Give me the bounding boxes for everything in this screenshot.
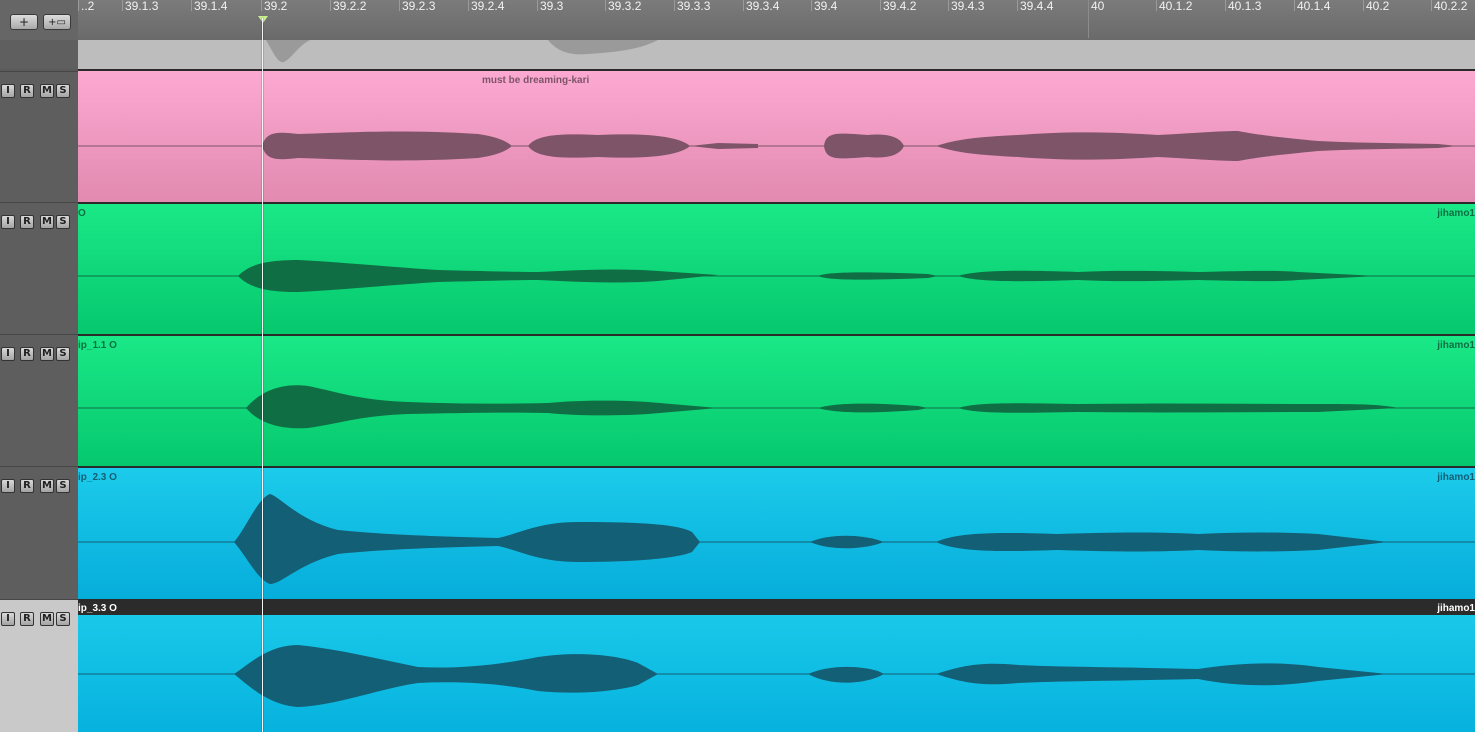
ruler-tick: ..2	[78, 0, 94, 13]
ruler-tick: 39.4.3	[948, 0, 984, 13]
waveform-2	[78, 260, 1475, 292]
add-folder-button[interactable]: +▭	[43, 14, 71, 30]
record-enable-button[interactable]: R	[20, 84, 34, 98]
input-monitor-button[interactable]: I	[1, 215, 15, 229]
solo-button[interactable]: S	[56, 612, 70, 626]
global-track-header	[0, 40, 78, 69]
solo-button[interactable]: S	[56, 347, 70, 361]
mute-button[interactable]: M	[40, 479, 54, 493]
input-monitor-button[interactable]: I	[1, 84, 15, 98]
corner-toolbar: + +▭	[0, 0, 78, 40]
add-track-button[interactable]: +	[10, 14, 38, 30]
track-header-4[interactable]: I R M S	[0, 466, 78, 599]
timeline-ruler[interactable]: ..2 39.1.3 39.1.4 39.2 39.2.2 39.2.3 39.…	[78, 0, 1475, 41]
waveform-4	[78, 494, 1475, 584]
input-monitor-button[interactable]: I	[1, 612, 15, 626]
record-enable-button[interactable]: R	[20, 612, 34, 626]
ruler-tick: 40.1.3	[1225, 0, 1261, 13]
track-header-1[interactable]: I R M S	[0, 71, 78, 202]
ruler-tick: 40.1.2	[1156, 0, 1192, 13]
mute-button[interactable]: M	[40, 612, 54, 626]
ruler-tick: 39.2.2	[330, 0, 366, 13]
playhead-handle[interactable]	[258, 16, 268, 23]
mute-button[interactable]: M	[40, 347, 54, 361]
audio-region-3[interactable]: ip_1.1 O jihamo1	[78, 334, 1475, 466]
ruler-tick: 39.2.4	[468, 0, 504, 13]
ruler-tick: 39.4.4	[1017, 0, 1053, 13]
record-enable-button[interactable]: R	[20, 479, 34, 493]
ruler-tick: 39.1.3	[122, 0, 158, 13]
track-header-2[interactable]: I R M S	[0, 202, 78, 334]
waveform-5	[78, 645, 1475, 707]
solo-button[interactable]: S	[56, 215, 70, 229]
ruler-tick: 39.1.4	[191, 0, 227, 13]
playhead-line[interactable]	[262, 18, 263, 732]
ruler-tick: 40.1.4	[1294, 0, 1330, 13]
ruler-tick: 39.2.3	[399, 0, 435, 13]
global-track-lane[interactable]	[78, 40, 1475, 71]
ruler-tick: 39.4.2	[880, 0, 916, 13]
ruler-tick: 39.3	[537, 0, 563, 13]
ruler-tick: 39.4	[811, 0, 837, 13]
solo-button[interactable]: S	[56, 479, 70, 493]
track-header-3[interactable]: I R M S	[0, 334, 78, 466]
ruler-tick: 39.2	[261, 0, 287, 13]
track-header-5[interactable]: I R M S	[0, 599, 78, 732]
input-monitor-button[interactable]: I	[1, 479, 15, 493]
mute-button[interactable]: M	[40, 215, 54, 229]
audio-region-1[interactable]: must be dreaming-kari	[78, 69, 1475, 202]
waveform-3	[78, 385, 1475, 429]
ruler-tick: 40.2.2	[1431, 0, 1467, 13]
ruler-tick: 39.3.2	[605, 0, 641, 13]
ruler-tick: 40	[1088, 0, 1104, 38]
input-monitor-button[interactable]: I	[1, 347, 15, 361]
global-waveform	[266, 40, 658, 63]
waveform-1	[78, 131, 1475, 161]
solo-button[interactable]: S	[56, 84, 70, 98]
ruler-tick: 39.3.4	[743, 0, 779, 13]
audio-region-5[interactable]: ip_3.3 O jihamo1	[78, 599, 1475, 732]
mute-button[interactable]: M	[40, 84, 54, 98]
record-enable-button[interactable]: R	[20, 215, 34, 229]
ruler-tick: 39.3.3	[674, 0, 710, 13]
audio-region-2[interactable]: O jihamo1	[78, 202, 1475, 334]
audio-region-4[interactable]: ip_2.3 O jihamo1	[78, 466, 1475, 599]
record-enable-button[interactable]: R	[20, 347, 34, 361]
ruler-tick: 40.2	[1363, 0, 1389, 13]
